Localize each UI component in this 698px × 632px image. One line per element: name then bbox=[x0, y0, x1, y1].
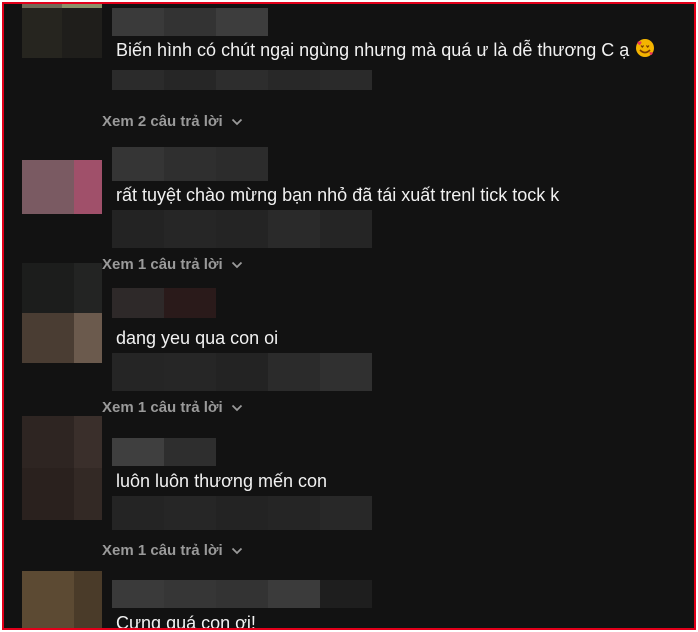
smiling-face-with-hearts-icon bbox=[635, 38, 655, 64]
avatar[interactable] bbox=[22, 263, 102, 363]
comment-meta-blurred bbox=[112, 210, 372, 248]
comment-text: rất tuyệt chào mừng bạn nhỏ đã tái xuất … bbox=[116, 185, 560, 205]
comment-item: Biến hình có chút ngại ngùng nhưng mà qu… bbox=[4, 4, 694, 144]
comment-meta-blurred bbox=[112, 353, 372, 391]
comment-item: rất tuyệt chào mừng bạn nhỏ đã tái xuất … bbox=[4, 144, 694, 287]
chevron-down-icon bbox=[231, 404, 242, 412]
avatar[interactable] bbox=[22, 160, 102, 214]
username-blurred[interactable] bbox=[112, 147, 268, 181]
comment-text: Cưng quá con ơi! bbox=[116, 613, 256, 630]
username-blurred[interactable] bbox=[112, 580, 372, 608]
comment-meta-blurred bbox=[112, 496, 372, 530]
chevron-down-icon bbox=[231, 547, 242, 555]
view-replies-button[interactable]: Xem 1 câu trả lời bbox=[102, 398, 243, 418]
avatar[interactable] bbox=[22, 571, 102, 628]
username-blurred[interactable] bbox=[112, 8, 268, 36]
comment-text: luôn luôn thương mến con bbox=[116, 471, 327, 491]
comment-list-frame: Biến hình có chút ngại ngùng nhưng mà qu… bbox=[2, 2, 696, 630]
comment-item: luôn luôn thương mến con Xem 1 câu trả l… bbox=[4, 416, 694, 573]
avatar[interactable] bbox=[22, 4, 102, 58]
chevron-down-icon bbox=[231, 261, 242, 269]
comment-text: Biến hình có chút ngại ngùng nhưng mà qu… bbox=[116, 38, 655, 64]
comment-item: dang yeu qua con oi Xem 1 câu trả lời bbox=[4, 263, 694, 430]
comment-meta-blurred bbox=[112, 70, 372, 90]
view-replies-button[interactable]: Xem 1 câu trả lời bbox=[102, 541, 243, 561]
view-replies-button[interactable]: Xem 2 câu trả lời bbox=[102, 112, 243, 132]
comment-item: Cưng quá con ơi! bbox=[4, 571, 694, 630]
username-blurred[interactable] bbox=[112, 288, 216, 318]
username-blurred[interactable] bbox=[112, 438, 216, 466]
chevron-down-icon bbox=[231, 118, 242, 126]
view-replies-button[interactable]: Xem 1 câu trả lời bbox=[102, 255, 243, 275]
avatar[interactable] bbox=[22, 416, 102, 520]
comment-text: dang yeu qua con oi bbox=[116, 328, 279, 348]
